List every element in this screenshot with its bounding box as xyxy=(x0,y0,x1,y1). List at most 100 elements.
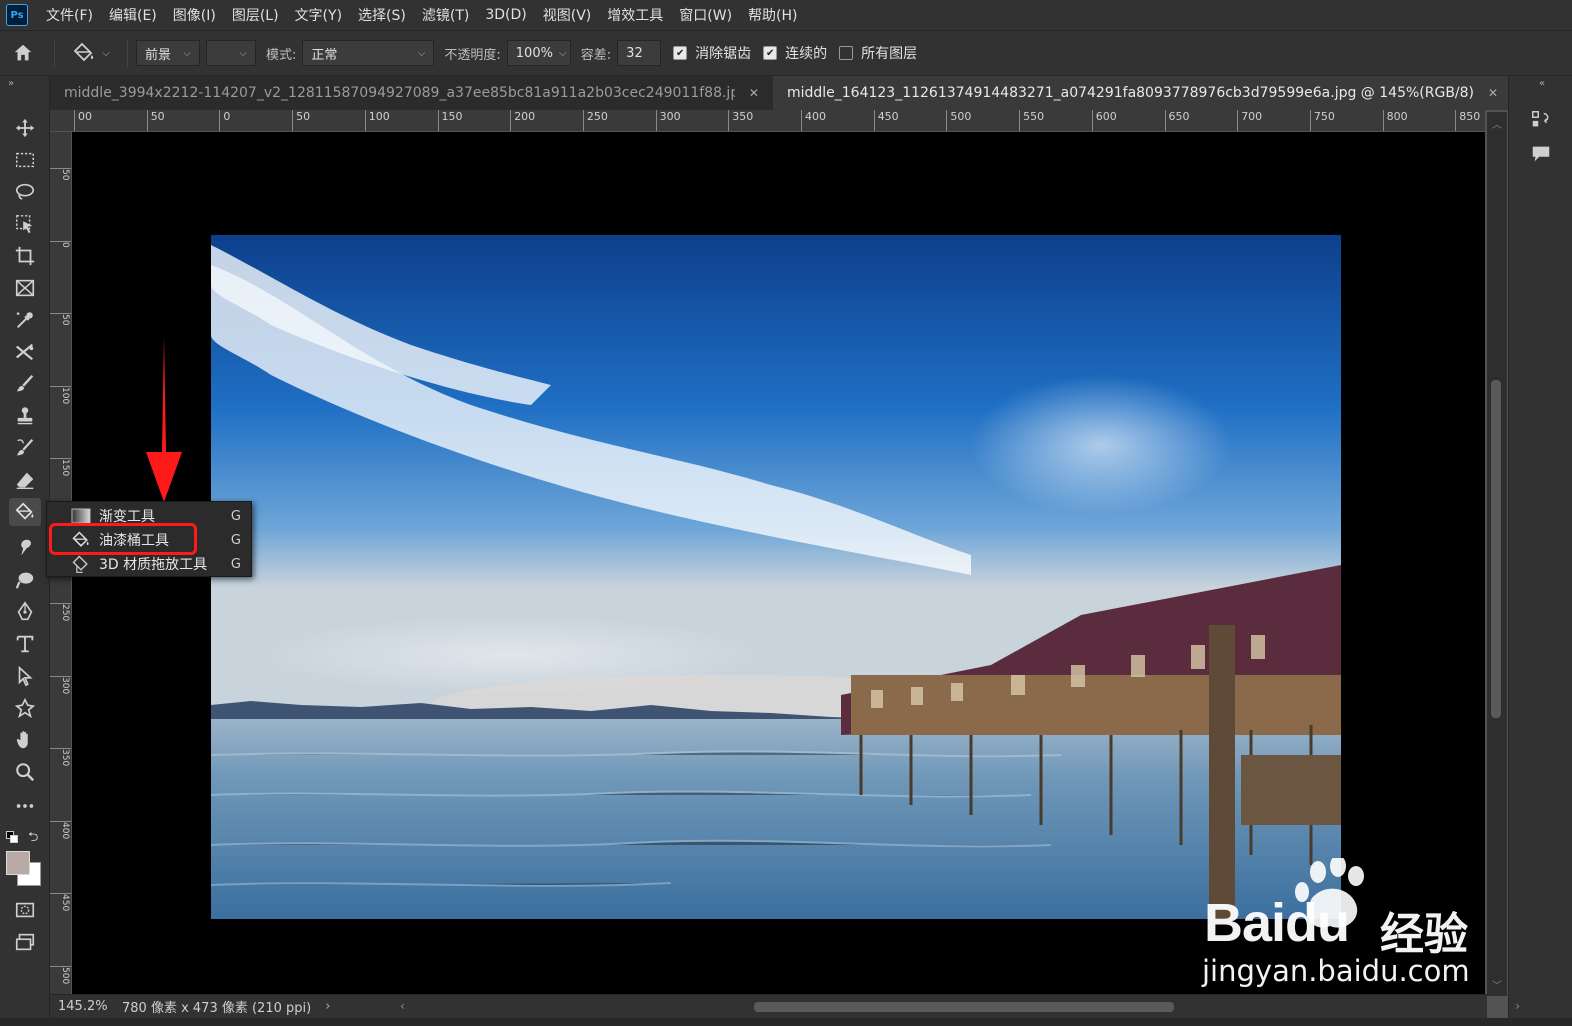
foreground-color-swatch[interactable] xyxy=(6,851,30,875)
document-info[interactable]: 780 像素 x 473 像素 (210 ppi) xyxy=(114,997,311,1016)
all-layers-checkbox[interactable]: ✔ xyxy=(839,46,854,60)
menu-edit[interactable]: 编辑(E) xyxy=(101,5,165,25)
comments-panel-button[interactable] xyxy=(1521,138,1561,170)
status-bar: 145.2% 780 像素 x 473 像素 (210 ppi) › ‹ › xyxy=(50,994,1520,1018)
ruler-tick: 750 xyxy=(1309,110,1335,131)
path-select-icon xyxy=(18,665,33,687)
opacity-label: 不透明度: xyxy=(444,47,501,63)
eyedropper-tool[interactable] xyxy=(9,306,41,334)
horizontal-scrollbar[interactable]: ‹ › xyxy=(400,999,1520,1015)
pen-tool[interactable] xyxy=(9,598,41,626)
options-bar: ⌵ 前景 ⌵ ⌵ 模式: 正常 ⌵ 不透明度: 100% ⌵ 容差: 32 ✔ … xyxy=(0,30,1572,76)
history-brush-icon xyxy=(16,439,34,456)
close-icon[interactable]: ✕ xyxy=(1488,86,1498,100)
menu-filter[interactable]: 滤镜(T) xyxy=(414,5,477,25)
object-select-tool[interactable] xyxy=(9,210,41,238)
ruler-tick: 500 xyxy=(50,965,71,990)
tab-document-2[interactable]: middle_164123_11261374914483271_a074291f… xyxy=(772,76,1510,110)
ruler-tick: 50 xyxy=(146,110,165,131)
scroll-down-icon[interactable]: ﹀ xyxy=(1492,977,1502,992)
menu-select[interactable]: 选择(S) xyxy=(350,5,414,25)
close-icon[interactable]: ✕ xyxy=(749,86,759,100)
eraser-tool[interactable] xyxy=(9,466,41,494)
menu-layer[interactable]: 图层(L) xyxy=(224,5,287,25)
menu-view[interactable]: 视图(V) xyxy=(535,5,600,25)
crop-tool[interactable] xyxy=(9,242,41,270)
vertical-scrollbar[interactable]: ︿ ﹀ xyxy=(1487,112,1507,996)
flyout-item-shortcut: G xyxy=(230,556,241,572)
mode-select[interactable]: 正常 ⌵ xyxy=(302,40,435,66)
ruler-tick: 250 xyxy=(50,603,71,627)
zoom-tool[interactable] xyxy=(9,758,41,786)
pattern-picker[interactable]: ⌵ xyxy=(206,40,256,66)
ruler-tick: 850 xyxy=(1455,110,1480,131)
paint-bucket-icon xyxy=(73,42,94,62)
hand-icon xyxy=(16,731,28,749)
healing-brush-tool[interactable] xyxy=(9,338,41,366)
brush-tool[interactable] xyxy=(9,370,41,398)
annotation-highlight-box xyxy=(49,523,197,555)
frame-tool[interactable] xyxy=(9,274,41,302)
scroll-up-icon[interactable]: ︿ xyxy=(1492,116,1502,131)
menu-file[interactable]: 文件(F) xyxy=(38,5,101,25)
menu-image[interactable]: 图像(I) xyxy=(165,5,224,25)
chevron-right-icon[interactable]: › xyxy=(325,999,330,1014)
contiguous-label: 连续的 xyxy=(785,46,828,62)
ruler-tick: 150 xyxy=(50,458,71,482)
scroll-right-icon[interactable]: › xyxy=(1515,999,1520,1013)
collapse-icon[interactable]: » xyxy=(8,78,14,89)
path-select-tool[interactable] xyxy=(9,662,41,690)
screen-mode-button[interactable] xyxy=(9,928,41,956)
marquee-tool[interactable] xyxy=(9,146,41,174)
tool-preset-picker[interactable]: ⌵ xyxy=(63,41,119,65)
zoom-level[interactable]: 145.2% xyxy=(50,999,114,1014)
scroll-thumb[interactable] xyxy=(754,1002,1174,1012)
quick-mask-button[interactable] xyxy=(9,896,41,924)
history-panel-button[interactable] xyxy=(1521,104,1561,136)
eyedropper-icon xyxy=(16,312,33,329)
quick-mask-icon xyxy=(15,902,35,918)
smudge-tool[interactable] xyxy=(9,534,41,562)
antialias-checkbox[interactable]: ✔ xyxy=(673,46,688,60)
menu-3d[interactable]: 3D(D) xyxy=(477,7,534,23)
window-bottom-edge xyxy=(0,1018,1572,1026)
ruler-tick: 350 xyxy=(50,748,71,772)
paint-bucket-tool[interactable] xyxy=(9,498,41,526)
contiguous-checkbox[interactable]: ✔ xyxy=(763,46,778,60)
scroll-thumb[interactable] xyxy=(1491,380,1501,718)
move-tool[interactable] xyxy=(9,114,41,142)
antialias-label: 消除锯齿 xyxy=(695,46,752,62)
type-tool[interactable] xyxy=(9,630,41,658)
menu-help[interactable]: 帮助(H) xyxy=(740,5,805,25)
default-colors-icon[interactable] xyxy=(6,831,18,843)
shape-tool[interactable] xyxy=(9,694,41,722)
collapse-icon[interactable]: « xyxy=(1539,78,1545,89)
smudge-icon xyxy=(21,539,31,556)
tolerance-input[interactable]: 32 xyxy=(617,40,662,66)
home-button[interactable] xyxy=(0,31,46,75)
menu-type[interactable]: 文字(Y) xyxy=(287,5,350,25)
menu-plugins[interactable]: 增效工具 xyxy=(599,5,671,25)
stamp-tool[interactable] xyxy=(9,402,41,430)
ruler-tick: 500 xyxy=(946,110,971,131)
hand-tool[interactable] xyxy=(9,726,41,754)
more-tools-button[interactable] xyxy=(9,792,41,820)
watermark-brand: Baidu xyxy=(1204,893,1350,953)
history-brush-tool[interactable] xyxy=(9,434,41,462)
menu-bar: Ps 文件(F) 编辑(E) 图像(I) 图层(L) 文字(Y) 选择(S) 滤… xyxy=(0,0,1572,30)
lasso-tool[interactable] xyxy=(9,178,41,206)
document-image[interactable] xyxy=(211,235,1341,919)
opacity-input[interactable]: 100% ⌵ xyxy=(506,40,571,66)
tab-document-1[interactable]: middle_3994x2212-114207_v2_1281158709492… xyxy=(50,76,773,110)
ruler-tick: 300 xyxy=(655,110,681,131)
horizontal-ruler[interactable]: 00 50 0 50 100 150 200 250 300 350 400 450 500 550 600… xyxy=(50,110,1485,132)
menu-window[interactable]: 窗口(W) xyxy=(671,5,740,25)
dodge-tool[interactable] xyxy=(9,566,41,594)
scroll-left-icon[interactable]: ‹ xyxy=(400,999,405,1013)
ruler-tick: 650 xyxy=(1164,110,1190,131)
move-icon xyxy=(15,118,35,138)
ruler-tick: 400 xyxy=(801,110,826,131)
flyout-item-3d-material-drop[interactable]: 3D 材质拖放工具 G xyxy=(47,552,253,576)
fill-source-select[interactable]: 前景 ⌵ xyxy=(136,40,200,66)
swap-colors-icon[interactable]: ⮌ xyxy=(28,828,38,850)
